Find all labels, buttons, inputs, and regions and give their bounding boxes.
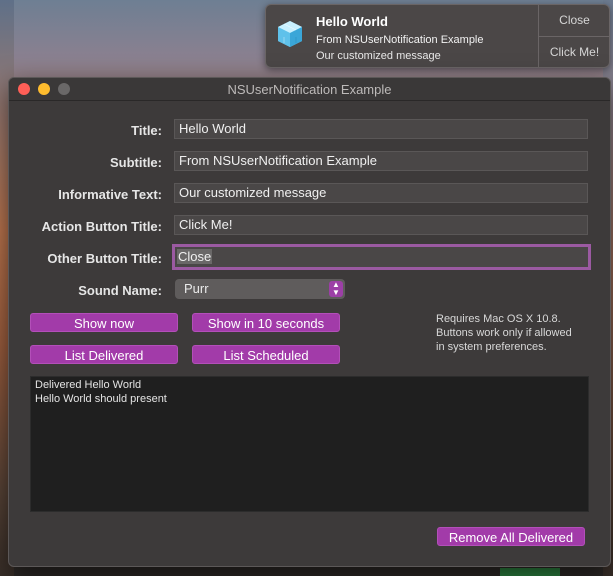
desktop-wallpaper-accent [500, 568, 560, 576]
app-cube-icon [278, 21, 302, 47]
subtitle-label: Subtitle: [110, 155, 162, 170]
title-field[interactable]: Hello World [174, 119, 588, 139]
log-line: Hello World should present [35, 393, 167, 405]
notification-actions: Close Click Me! [538, 5, 609, 67]
informative-text-field[interactable]: Our customized message [174, 183, 588, 203]
title-label: Title: [131, 123, 162, 138]
other-button-title-field[interactable]: Close [172, 244, 591, 270]
action-button-title-label: Action Button Title: [41, 219, 162, 234]
window-title: NSUserNotification Example [227, 82, 392, 97]
window-titlebar[interactable]: NSUserNotification Example [9, 78, 610, 101]
requirements-note: Requires Mac OS X 10.8. Buttons work onl… [436, 312, 572, 354]
sound-name-value: Purr [184, 281, 209, 296]
notification-close-button[interactable]: Close [539, 5, 609, 36]
other-button-title-label: Other Button Title: [47, 251, 162, 266]
informative-text-label: Informative Text: [58, 187, 162, 202]
chevron-up-down-icon: ▲ ▼ [329, 281, 343, 297]
other-button-title-value: Close [177, 249, 213, 264]
log-output[interactable]: Delivered Hello World Hello World should… [30, 376, 589, 512]
notification-action-button[interactable]: Click Me! [539, 36, 609, 67]
show-now-button[interactable]: Show now [30, 313, 178, 332]
requirements-note-line: Buttons work only if allowed [436, 327, 572, 339]
notification-subtitle: From NSUserNotification Example [316, 34, 484, 46]
requirements-note-line: in system preferences. [436, 341, 547, 353]
action-button-title-field[interactable]: Click Me! [174, 215, 588, 235]
sound-name-select[interactable]: Purr ▲ ▼ [175, 279, 345, 299]
requirements-note-line: Requires Mac OS X 10.8. [436, 313, 561, 325]
list-delivered-button[interactable]: List Delivered [30, 345, 178, 364]
list-scheduled-button[interactable]: List Scheduled [192, 345, 340, 364]
remove-all-delivered-button[interactable]: Remove All Delivered [437, 527, 585, 546]
main-window: NSUserNotification Example Title: Hello … [8, 77, 611, 567]
show-in-10-seconds-button[interactable]: Show in 10 seconds [192, 313, 340, 332]
log-line: Delivered Hello World [35, 379, 142, 391]
subtitle-field[interactable]: From NSUserNotification Example [174, 151, 588, 171]
sound-name-label: Sound Name: [78, 283, 162, 298]
notification-title: Hello World [316, 14, 388, 29]
notification-banner[interactable]: Hello World From NSUserNotification Exam… [265, 4, 610, 68]
notification-informative-text: Our customized message [316, 50, 441, 62]
